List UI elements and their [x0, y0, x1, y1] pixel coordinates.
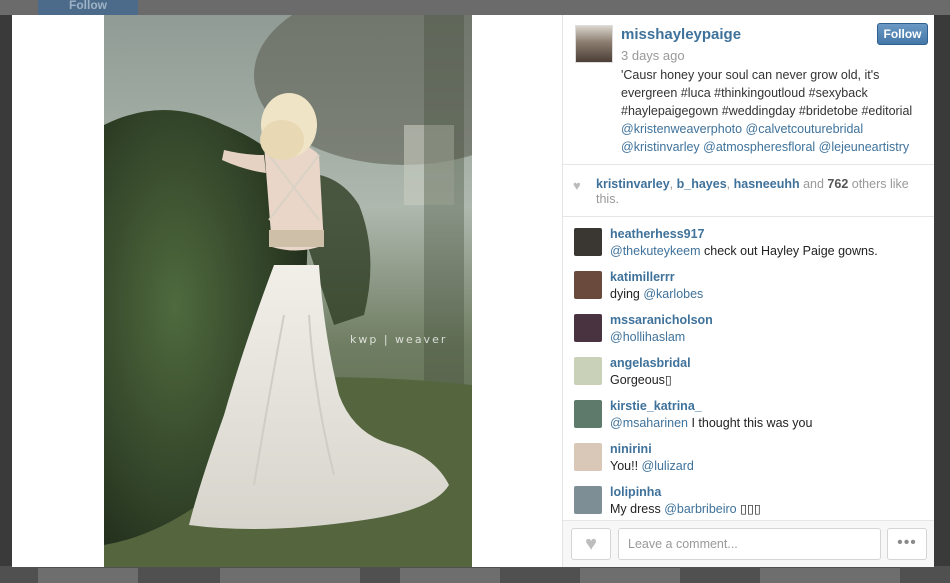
background-thumbnail [220, 568, 360, 583]
post-modal: kwp | weaver misshayleypaige 3 days ago … [12, 15, 934, 567]
comment-mention[interactable]: @karlobes [643, 287, 703, 301]
more-options-button[interactable]: ••• [887, 528, 927, 560]
comment-text: My dress @barbribeiro ▯▯▯ [610, 500, 934, 518]
background-thumbnail [400, 568, 500, 583]
likes-summary: ♥ kristinvarley, b_hayes, hasneeuhh and … [563, 165, 934, 217]
comment-username[interactable]: lolipinha [610, 485, 934, 500]
comment-mention[interactable]: @thekuteykeem [610, 244, 701, 258]
separator: , [669, 177, 677, 191]
comment-body: You!! [610, 459, 642, 473]
comment-emoji: ▯▯▯ [736, 502, 761, 516]
post-caption: 'Causr honey your soul can never grow ol… [621, 66, 921, 156]
comment-username[interactable]: katimillerrr [610, 270, 934, 285]
photo-area: kwp | weaver [12, 15, 562, 567]
comments-list[interactable]: heatherhess917 @thekuteykeem check out H… [563, 218, 934, 520]
list-item: katimillerrr dying @karlobes [563, 261, 934, 304]
list-item: mssaranicholson @hollihaslam [563, 304, 934, 347]
photo-watermark: kwp | weaver [350, 333, 448, 346]
comment-username[interactable]: ninirini [610, 442, 934, 457]
comment-mention[interactable]: @msaharinen [610, 416, 688, 430]
comment-input[interactable] [618, 528, 881, 560]
comment-text: Gorgeous▯ [610, 371, 934, 389]
comment-mention[interactable]: @lulizard [642, 459, 694, 473]
separator: , [726, 177, 734, 191]
post-header: misshayleypaige 3 days ago Follow 'Causr… [563, 15, 934, 165]
likes-and: and [799, 177, 828, 191]
post-username[interactable]: misshayleypaige [621, 26, 741, 43]
list-item: ninirini You!! @lulizard [563, 433, 934, 476]
comment-username[interactable]: mssaranicholson [610, 313, 934, 328]
post-photo[interactable]: kwp | weaver [104, 15, 472, 567]
list-item: heatherhess917 @thekuteykeem check out H… [563, 218, 934, 261]
background-follow-button: Follow [38, 0, 138, 15]
comment-mention[interactable]: @barbribeiro [664, 502, 736, 516]
comment-body: check out Hayley Paige gowns. [700, 244, 878, 258]
post-timestamp[interactable]: 3 days ago [621, 48, 685, 63]
comment-footer: ♥ ••• [563, 520, 934, 567]
avatar[interactable] [575, 25, 613, 63]
liker-link[interactable]: hasneeuhh [734, 177, 800, 191]
background-thumbnail [38, 568, 138, 583]
list-item: angelasbridal Gorgeous▯ [563, 347, 934, 390]
heart-icon: ♥ [573, 178, 581, 193]
comment-username[interactable]: angelasbridal [610, 356, 934, 371]
avatar[interactable] [574, 271, 602, 299]
like-button[interactable]: ♥ [571, 528, 611, 560]
list-item: kirstie_katrina_ @msaharinen I thought t… [563, 390, 934, 433]
comment-body: Gorgeous▯ [610, 373, 672, 387]
avatar[interactable] [574, 228, 602, 256]
comment-text: @hollihaslam [610, 328, 934, 346]
avatar[interactable] [574, 357, 602, 385]
comment-text: @msaharinen I thought this was you [610, 414, 934, 432]
caption-mentions[interactable]: @kristenweaverphoto @calvetcouturebridal… [621, 122, 909, 154]
likes-count[interactable]: 762 [827, 177, 848, 191]
avatar[interactable] [574, 314, 602, 342]
post-sidebar: misshayleypaige 3 days ago Follow 'Causr… [562, 15, 934, 567]
comment-body: dying [610, 287, 644, 301]
avatar[interactable] [574, 400, 602, 428]
heart-icon: ♥ [585, 533, 597, 555]
list-item: lolipinha My dress @barbribeiro ▯▯▯ [563, 476, 934, 519]
comment-body: My dress [610, 502, 665, 516]
comment-username[interactable]: kirstie_katrina_ [610, 399, 934, 414]
background-thumbnail [760, 568, 900, 583]
comment-text: You!! @lulizard [610, 457, 934, 475]
bride-photo-illustration [104, 15, 472, 567]
follow-button[interactable]: Follow [877, 23, 928, 45]
comment-mention[interactable]: @hollihaslam [610, 330, 685, 344]
background-thumbnail [580, 568, 680, 583]
comment-username[interactable]: heatherhess917 [610, 227, 934, 242]
caption-text: 'Causr honey your soul can never grow ol… [621, 68, 913, 118]
comment-body: I thought this was you [688, 416, 813, 430]
background-page-top [0, 0, 950, 15]
comment-text: dying @karlobes [610, 285, 934, 303]
avatar[interactable] [574, 486, 602, 514]
liker-link[interactable]: kristinvarley [596, 177, 670, 191]
liker-link[interactable]: b_hayes [677, 177, 727, 191]
comment-text: @thekuteykeem check out Hayley Paige gow… [610, 242, 934, 260]
avatar[interactable] [574, 443, 602, 471]
